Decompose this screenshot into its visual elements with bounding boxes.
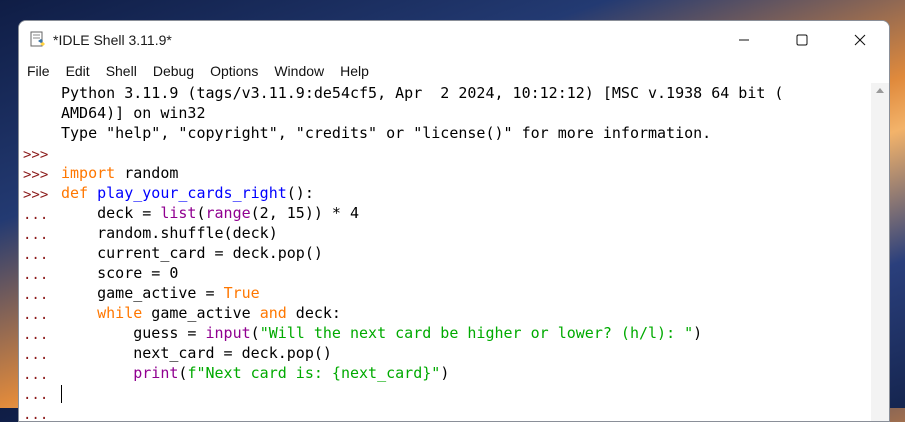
menu-edit[interactable]: Edit (58, 59, 98, 83)
menu-bar: File Edit Shell Debug Options Window Hel… (19, 59, 889, 83)
builtin: print (133, 364, 179, 382)
code-text: ( (250, 324, 260, 342)
text-cursor (61, 384, 62, 403)
code-text: (2, 15)) * 4 (250, 204, 360, 222)
builtin: input (205, 324, 251, 342)
keyword: while (97, 304, 143, 322)
gutter-continuation: ... (23, 227, 49, 243)
gutter-line (19, 83, 55, 105)
gutter-continuation: ... (23, 327, 49, 343)
code-line: print(f"Next card is: {next_card}") (61, 363, 869, 383)
menu-help[interactable]: Help (332, 59, 377, 83)
vertical-scrollbar[interactable] (871, 83, 889, 421)
minimize-button[interactable] (715, 21, 773, 59)
banner-line: Python 3.11.9 (tags/v3.11.9:de54cf5, Apr… (61, 84, 784, 102)
code-line: guess = input("Will the next card be hig… (61, 323, 869, 343)
gutter-continuation: ... (23, 247, 49, 263)
code-line: def play_your_cards_right(): (61, 183, 869, 203)
gutter-continuation: ... (23, 367, 49, 383)
keyword: True (223, 284, 260, 302)
menu-file[interactable]: File (19, 59, 58, 83)
keyword: import (61, 164, 116, 182)
code-line: random.shuffle(deck) (61, 224, 278, 242)
shell-text[interactable]: Python 3.11.9 (tags/v3.11.9:de54cf5, Apr… (61, 83, 869, 421)
string-literal: "Will the next card be higher or lower? … (259, 324, 694, 342)
close-button[interactable] (831, 21, 889, 59)
menu-debug[interactable]: Debug (145, 59, 202, 83)
gutter-continuation: ... (23, 307, 49, 323)
maximize-button[interactable] (773, 21, 831, 59)
gutter-prompt: >>> (23, 187, 49, 203)
cursor-line[interactable] (61, 383, 869, 403)
code-line: import random (61, 163, 869, 183)
builtin: list (160, 204, 197, 222)
code-text: random (115, 164, 179, 182)
gutter-line (19, 105, 55, 125)
prompt-gutter: >>> >>> >>> ... ... ... ... ... ... ... … (19, 83, 55, 421)
code-text: ) (693, 324, 703, 342)
gutter-continuation: ... (23, 207, 49, 223)
banner-line: Type "help", "copyright", "credits" or "… (61, 124, 712, 142)
gutter-line (19, 125, 55, 145)
close-icon (854, 34, 866, 46)
idle-shell-window: *IDLE Shell 3.11.9* File Edit Shell Debu… (18, 20, 890, 422)
gutter-continuation: ... (23, 287, 49, 303)
string-literal: f"Next card is: {next_card}" (187, 364, 441, 382)
code-text: guess = (61, 324, 206, 342)
code-text: (): (286, 184, 314, 202)
code-text: deck: (286, 304, 341, 322)
code-text: game_active = (61, 284, 224, 302)
gutter-prompt: >>> (23, 147, 49, 163)
function-name: play_your_cards_right (97, 184, 287, 202)
gutter-continuation: ... (23, 267, 49, 283)
code-line: current_card = deck.pop() (61, 244, 323, 262)
code-line: next_card = deck.pop() (61, 344, 332, 362)
empty-line (61, 143, 869, 163)
menu-shell[interactable]: Shell (98, 59, 145, 83)
gutter-prompt: >>> (23, 167, 49, 183)
code-line: while game_active and deck: (61, 303, 869, 323)
code-line: score = 0 (61, 264, 179, 282)
builtin: range (205, 204, 251, 222)
title-bar[interactable]: *IDLE Shell 3.11.9* (19, 21, 889, 59)
keyword: def (61, 184, 89, 202)
code-text: ) (440, 364, 450, 382)
banner-line: AMD64)] on win32 (61, 104, 206, 122)
idle-app-icon (29, 31, 47, 49)
menu-options[interactable]: Options (202, 59, 266, 83)
gutter-continuation: ... (23, 347, 49, 363)
code-text: deck = (61, 204, 161, 222)
window-title: *IDLE Shell 3.11.9* (53, 32, 172, 48)
shell-editor[interactable]: >>> >>> >>> ... ... ... ... ... ... ... … (19, 83, 889, 421)
scroll-up-arrow-icon[interactable] (871, 83, 889, 99)
menu-window[interactable]: Window (266, 59, 332, 83)
code-line: deck = list(range(2, 15)) * 4 (61, 203, 869, 223)
code-text: game_active (142, 304, 260, 322)
minimize-icon (739, 39, 749, 41)
maximize-icon (796, 34, 808, 46)
code-line: game_active = True (61, 283, 869, 303)
code-text: ( (196, 204, 206, 222)
keyword: and (259, 304, 287, 322)
gutter-continuation: ... (23, 387, 49, 403)
